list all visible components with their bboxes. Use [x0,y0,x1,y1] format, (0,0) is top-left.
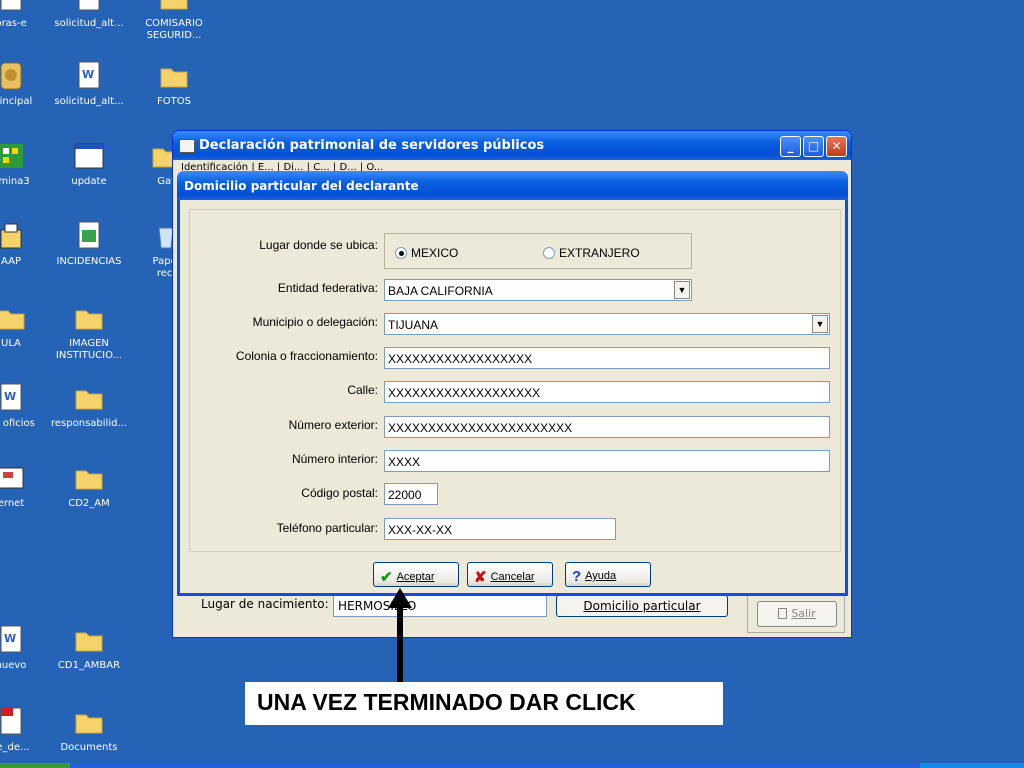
municipio-label: Municipio o delegación: [252,315,378,329]
document-icon [78,0,100,11]
radio-unselected-icon [543,247,555,259]
folder-icon [160,68,188,88]
svg-text:W: W [4,632,16,645]
desktop-icon[interactable]: Principal [0,60,52,108]
minimize-button[interactable]: _ [780,136,801,157]
location-radio-group: MEXICO EXTRANJERO [384,233,692,269]
telefono-label: Teléfono particular: [276,521,378,535]
location-label: Lugar donde se ubica: [259,238,378,252]
main-window-titlebar[interactable]: Declaración patrimonial de servidores pú… [173,131,851,160]
entidad-label: Entidad federativa: [277,281,378,295]
radio-selected-icon [395,247,407,259]
word-document-icon: W [0,625,22,653]
pdf-icon [0,707,22,735]
desktop-icon[interactable]: ernet [0,462,52,510]
desktop-icon[interactable]: omina3 [0,140,52,188]
desktop-icon[interactable]: update [48,140,130,188]
word-document-icon: W [78,61,100,89]
app-icon [0,223,22,249]
close-button[interactable]: ✕ [826,136,847,157]
desktop-icon[interactable]: W solicitud_alt... [48,60,130,108]
exit-button[interactable]: Salir [757,601,837,627]
numero-exterior-input[interactable]: XXXXXXXXXXXXXXXXXXXXXXX [384,416,830,438]
main-window-title: Declaración patrimonial de servidores pú… [199,138,545,153]
help-button[interactable]: ? Ayuda [565,562,651,587]
svg-text:W: W [4,390,16,403]
chevron-down-icon[interactable]: ▼ [812,315,828,333]
codigo-postal-label: Código postal: [301,486,378,500]
desktop-icon[interactable]: responsabilid... [48,382,130,430]
folder-icon [75,714,103,734]
app-icon [0,144,23,168]
folder-icon [75,632,103,652]
desktop-icon[interactable]: pras-e [0,0,52,30]
maximize-button[interactable]: □ [803,136,824,157]
domicilio-particular-button[interactable]: Domicilio particular [556,595,728,617]
desktop-icon[interactable]: AAP [0,220,52,268]
radio-mexico[interactable]: MEXICO [395,246,458,260]
folder-icon [75,310,103,330]
numero-interior-input[interactable]: XXXX [384,450,830,472]
desktop-icon[interactable]: ULA [0,302,52,350]
arrow-shaft [397,600,403,682]
birthplace-label: Lugar de nacimiento: [201,597,329,611]
desktop-icon[interactable]: INCIDENCIAS [48,220,130,268]
desktop-icon[interactable]: CD2_AM [48,462,130,510]
spreadsheet-icon [78,221,100,249]
folder-icon [75,470,103,490]
colonia-input[interactable]: XXXXXXXXXXXXXXXXXX [384,347,830,369]
question-mark-icon: ? [572,568,582,585]
dialog-titlebar[interactable]: Domicilio particular del declarante [177,171,848,200]
cancel-button[interactable]: ✘ Cancelar [467,562,553,587]
document-icon [0,0,22,11]
desktop-icon[interactable]: Documents [48,706,130,754]
desktop-icon[interactable]: W nuevo [0,624,52,672]
dialog-title: Domicilio particular del declarante [184,179,419,193]
instruction-callout: UNA VEZ TERMINADO DAR CLICK [245,682,723,725]
accept-button[interactable]: ✔ Aceptar [373,562,459,587]
svg-text:W: W [82,68,94,81]
desktop-icon[interactable]: te_de... [0,706,52,754]
colonia-label: Colonia o fraccionamiento: [235,349,378,363]
chevron-down-icon[interactable]: ▼ [674,281,690,299]
close-icon: ✘ [474,569,487,586]
folder-icon [0,310,25,330]
desktop-icon[interactable]: FOTOS [133,60,215,108]
folder-icon [160,0,188,10]
desktop-icon[interactable]: IMAGEN INSTITUCIO... [48,302,130,362]
window-icon [74,143,104,169]
app-icon [0,62,22,90]
checkmark-icon: ✔ [380,569,393,586]
radio-extranjero[interactable]: EXTRANJERO [543,246,640,260]
desktop-icon[interactable]: W de oficios [0,382,52,430]
numero-exterior-label: Número exterior: [288,418,378,432]
calle-input[interactable]: XXXXXXXXXXXXXXXXXXX [384,381,830,403]
door-icon [778,608,788,619]
desktop-icon[interactable]: CD1_AMBAR [48,624,130,672]
numero-interior-label: Número interior: [291,452,378,466]
entidad-select[interactable]: BAJA CALIFORNIA ▼ [384,279,692,301]
taskbar[interactable] [0,763,1024,768]
word-document-icon: W [0,383,22,411]
telefono-input[interactable]: XXX-XX-XX [384,518,616,540]
calle-label: Calle: [347,383,378,397]
codigo-postal-input[interactable]: 22000 [384,483,438,505]
municipio-select[interactable]: TIJUANA ▼ [384,313,830,335]
birthplace-field[interactable]: HERMOSILLO [333,595,547,617]
desktop-icon[interactable]: COMISARIO SEGURID... [133,0,215,42]
app-icon [0,467,24,489]
desktop-icon[interactable]: solicitud_alt... [48,0,130,30]
app-icon [179,139,195,153]
folder-icon [75,390,103,410]
